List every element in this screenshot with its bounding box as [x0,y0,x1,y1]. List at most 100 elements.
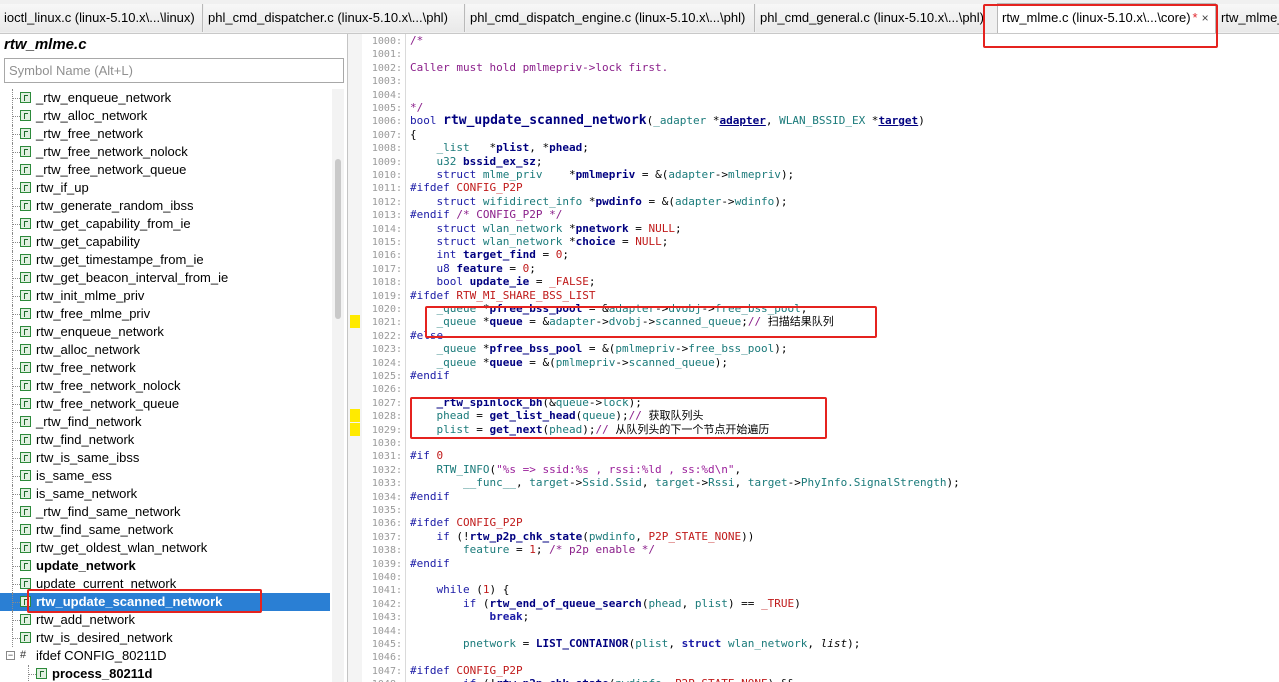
code-text: #ifdef CONFIG_P2P [410,663,523,677]
symbol-item[interactable]: _rtw_free_network_queue [0,161,330,179]
code-line[interactable]: 1017: u8 feature = 0; [362,262,536,275]
code-line[interactable]: 1001: [362,47,410,60]
code-line[interactable]: 1020: _queue *pfree_bss_pool = &adapter-… [362,302,808,315]
symbol-item[interactable]: rtw_init_mlme_priv [0,287,330,305]
code-line[interactable]: 1038: feature = 1; /* p2p enable */ [362,543,655,556]
symbol-label: rtw_update_scanned_network [36,594,223,609]
symbol-item[interactable]: rtw_alloc_network [0,341,330,359]
symbol-item[interactable]: rtw_find_network [0,431,330,449]
code-line[interactable]: 1048: if (!rtw_p2p_chk_state(pwdinfo, P2… [362,677,794,682]
symbol-item[interactable]: rtw_get_timestampe_from_ie [0,251,330,269]
code-line[interactable]: 1033: __func__, target->Ssid.Ssid, targe… [362,476,960,489]
symbol-item[interactable]: is_same_network [0,485,330,503]
symbol-item[interactable]: rtw_find_same_network [0,521,330,539]
symbol-item[interactable]: rtw_is_same_ibss [0,449,330,467]
symbol-item[interactable]: − # ifdef CONFIG_80211D [0,647,330,665]
code-line[interactable]: 1000: /* [362,34,423,47]
code-line[interactable]: 1027: _rtw_spinlock_bh(&queue->lock); [362,396,642,409]
code-line[interactable]: 1011: #ifdef CONFIG_P2P [362,181,523,194]
code-line[interactable]: 1025: #endif [362,369,450,382]
symbol-item[interactable]: rtw_generate_random_ibss [0,197,330,215]
code-line[interactable]: 1007: { [362,128,417,141]
tab-rtw-mlme-ext[interactable]: rtw_mlme_ [1217,4,1279,32]
symbol-item[interactable]: _rtw_free_network_nolock [0,143,330,161]
code-line[interactable]: 1002: Caller must hold pmlmepriv->lock fi… [362,61,668,74]
code-line[interactable]: 1043: break; [362,610,529,623]
code-line[interactable]: 1036: #ifdef CONFIG_P2P [362,516,523,529]
symbol-item[interactable]: _rtw_enqueue_network [0,89,330,107]
symbol-item[interactable]: rtw_free_network_queue [0,395,330,413]
code-line[interactable]: 1031: #if 0 [362,449,443,462]
code-line[interactable]: 1014: struct wlan_network *pnetwork = NU… [362,222,682,235]
symbol-item[interactable]: rtw_free_network [0,359,330,377]
code-line[interactable]: 1009: u32 bssid_ex_sz; [362,155,543,168]
symbol-item[interactable]: process_80211d [0,665,330,682]
symbol-item[interactable]: update_network [0,557,330,575]
code-line[interactable]: 1030: [362,436,410,449]
code-line[interactable]: 1029: plist = get_next(phead);// 从队列头的下一… [362,423,769,436]
function-icon [20,452,31,463]
scrollbar-thumb[interactable] [335,159,341,319]
collapse-icon[interactable]: − [6,651,15,660]
code-line[interactable]: 1044: [362,624,410,637]
symbol-item[interactable]: rtw_free_network_nolock [0,377,330,395]
code-line[interactable]: 1028: phead = get_list_head(queue);// 获取… [362,409,704,422]
code-line[interactable]: 1019: #ifdef RTW_MI_SHARE_BSS_LIST [362,289,596,302]
code-line[interactable]: 1012: struct wifidirect_info *pwdinfo = … [362,195,788,208]
code-line[interactable]: 1032: RTW_INFO("%s => ssid:%s , rssi:%ld… [362,463,741,476]
code-line[interactable]: 1004: [362,88,410,101]
symbol-item[interactable]: update_current_network [0,575,330,593]
tab-phl-cmd-dispatch-engine[interactable]: phl_cmd_dispatch_engine.c (linux-5.10.x\… [466,4,755,32]
symbol-item[interactable]: _rtw_find_same_network [0,503,330,521]
code-line[interactable]: 1021: _queue *queue = &adapter->dvobj->s… [362,315,834,328]
symbol-list-scrollbar[interactable] [332,89,344,682]
symbol-item[interactable]: is_same_ess [0,467,330,485]
code-editor[interactable]: 1000: /* 1001: 1002: Caller must hold pmlmep… [348,34,1279,682]
code-line[interactable]: 1040: [362,570,410,583]
tab-phl-cmd-general[interactable]: phl_cmd_general.c (linux-5.10.x\...\phl) [756,4,985,32]
code-line[interactable]: 1022: #else [362,329,443,342]
code-line[interactable]: 1046: [362,650,410,663]
symbol-item[interactable]: rtw_get_oldest_wlan_network [0,539,330,557]
tab-ioctl-linux[interactable]: ioctl_linux.c (linux-5.10.x\...\linux) [0,4,203,32]
code-line[interactable]: 1003: [362,74,410,87]
code-line[interactable]: 1042: if (rtw_end_of_queue_search(phead,… [362,597,801,610]
close-icon[interactable]: × [1202,11,1209,25]
code-line[interactable]: 1008: _list *plist, *phead; [362,141,589,154]
symbol-item[interactable]: rtw_enqueue_network [0,323,330,341]
code-line[interactable]: 1045: pnetwork = LIST_CONTAINOR(plist, s… [362,637,861,650]
code-line[interactable]: 1016: int target_find = 0; [362,248,569,261]
symbol-item[interactable]: _rtw_free_network [0,125,330,143]
tab-rtw-mlme[interactable]: rtw_mlme.c (linux-5.10.x\...\core) * × [997,3,1216,33]
code-line[interactable]: 1018: bool update_ie = _FALSE; [362,275,596,288]
code-line[interactable]: 1015: struct wlan_network *choice = NULL… [362,235,668,248]
code-line[interactable]: 1037: if (!rtw_p2p_chk_state(pwdinfo, P2… [362,530,755,543]
symbol-item[interactable]: rtw_is_desired_network [0,629,330,647]
code-line[interactable]: 1026: [362,382,410,395]
code-line[interactable]: 1006: bool rtw_update_scanned_network(_ad… [362,114,925,127]
symbol-item[interactable]: _rtw_find_network [0,413,330,431]
code-line[interactable]: 1035: [362,503,410,516]
function-icon [20,146,31,157]
code-line[interactable]: 1023: _queue *pfree_bss_pool = &(pmlmepr… [362,342,788,355]
symbol-item[interactable]: rtw_free_mlme_priv [0,305,330,323]
code-line[interactable]: 1034: #endif [362,490,450,503]
symbol-item[interactable]: rtw_get_capability [0,233,330,251]
symbol-item[interactable]: rtw_if_up [0,179,330,197]
symbol-item[interactable]: rtw_add_network [0,611,330,629]
code-line[interactable]: 1047: #ifdef CONFIG_P2P [362,664,523,677]
symbol-item-selected[interactable]: rtw_update_scanned_network [0,593,330,611]
code-line[interactable]: 1005: */ [362,101,423,114]
code-line[interactable]: 1013: #endif /* CONFIG_P2P */ [362,208,562,221]
line-number: 1024: [371,357,402,369]
code-area[interactable]: 1000: /* 1001: 1002: Caller must hold pmlmep… [362,34,1279,682]
code-line[interactable]: 1041: while (1) { [362,583,509,596]
symbol-item[interactable]: _rtw_alloc_network [0,107,330,125]
code-line[interactable]: 1010: struct mlme_priv *pmlmepriv = &(ad… [362,168,794,181]
code-line[interactable]: 1024: _queue *queue = &(pmlmepriv->scann… [362,356,728,369]
tab-phl-cmd-dispatcher[interactable]: phl_cmd_dispatcher.c (linux-5.10.x\...\p… [204,4,465,32]
symbol-item[interactable]: rtw_get_capability_from_ie [0,215,330,233]
code-line[interactable]: 1039: #endif [362,557,450,570]
symbol-search-input[interactable] [4,58,344,83]
symbol-item[interactable]: rtw_get_beacon_interval_from_ie [0,269,330,287]
